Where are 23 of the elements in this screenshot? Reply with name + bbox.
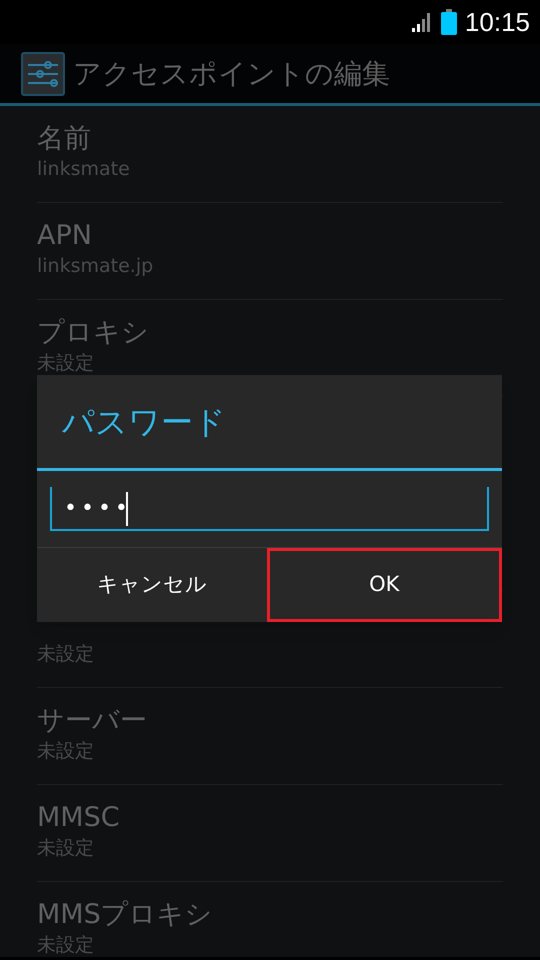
setting-label: サーバー xyxy=(37,704,147,738)
status-time: 10:15 xyxy=(464,9,530,35)
setting-label: APN xyxy=(37,219,92,253)
setting-label: プロキシ xyxy=(37,316,149,350)
dialog-button[interactable]: キャンセル xyxy=(37,548,266,622)
setting-value: 未設定 xyxy=(37,739,94,764)
setting-value: linksmate xyxy=(37,157,130,182)
setting-value: 未設定 xyxy=(37,933,94,958)
setting-label: MMSプロキシ xyxy=(37,898,213,932)
setting-value: 未設定 xyxy=(37,351,94,376)
setting-label: MMSC xyxy=(37,801,120,835)
setting-value: linksmate.jp xyxy=(37,254,154,279)
text-cursor-icon xyxy=(126,492,128,526)
setting-value: 未設定 xyxy=(37,642,94,667)
settings-icon xyxy=(21,52,65,96)
password-field[interactable]: •••• xyxy=(50,487,489,531)
dialog-title: パスワード xyxy=(62,402,226,442)
setting-value: 未設定 xyxy=(37,836,94,861)
signal-icon xyxy=(410,11,433,33)
screen-title: アクセスポイントの編集 xyxy=(73,56,390,92)
dialog-button[interactable]: OK xyxy=(266,548,502,622)
setting-label: 名前 xyxy=(37,122,91,156)
battery-icon xyxy=(440,9,457,35)
